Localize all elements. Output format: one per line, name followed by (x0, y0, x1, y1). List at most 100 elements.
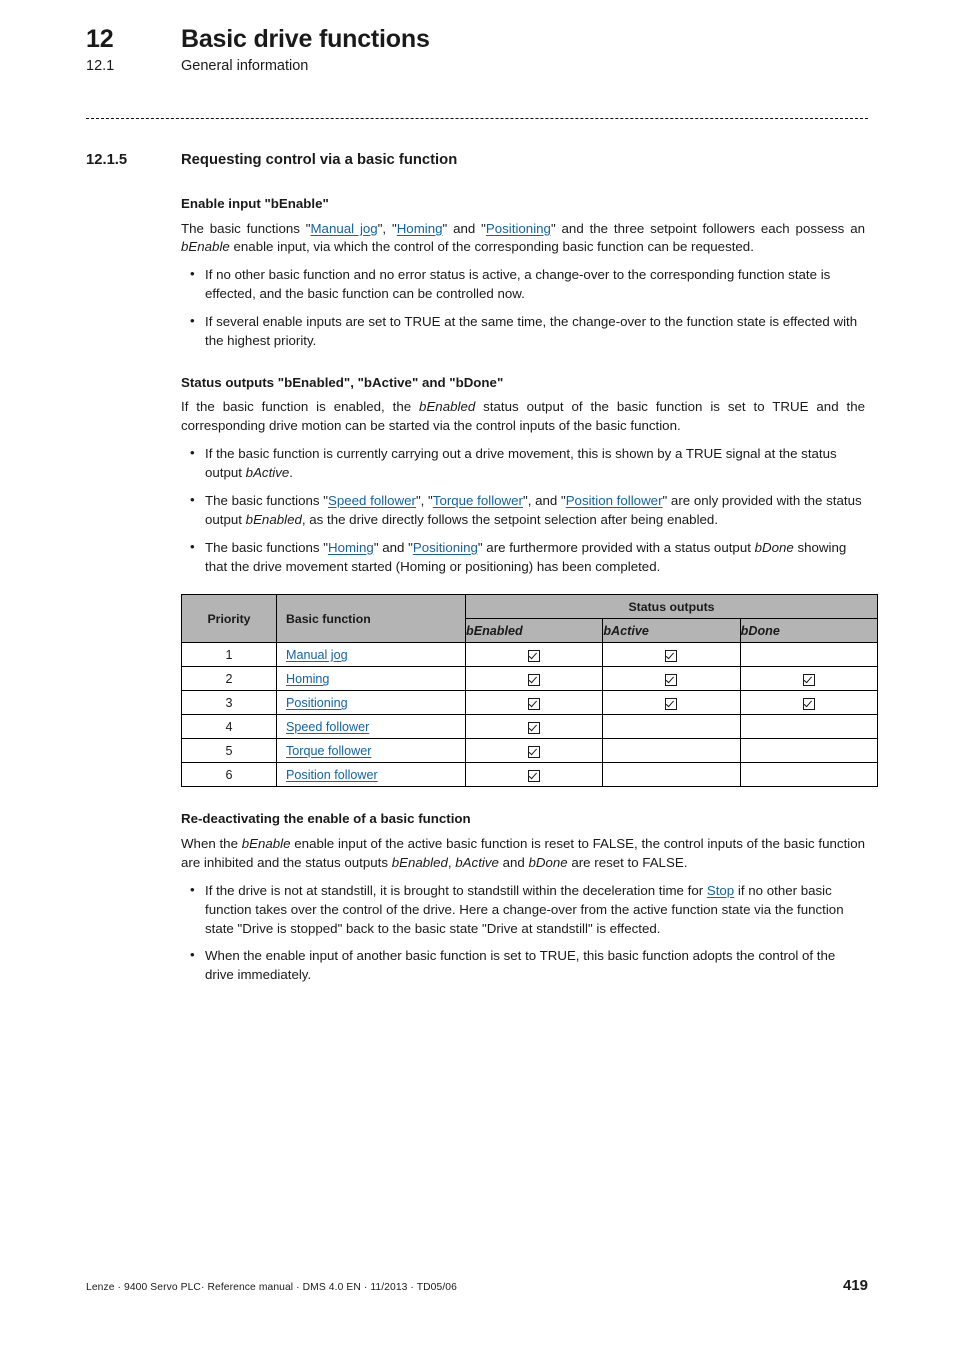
section-number: 12.1 (86, 57, 115, 74)
link-speed-follower[interactable]: Speed follower (328, 493, 416, 508)
list-item: If the drive is not at standstill, it is… (181, 881, 865, 939)
table-header: Priority Basic function Status outputs b… (181, 594, 879, 644)
checkbox-checked-icon (528, 673, 541, 686)
cell-bdone (739, 762, 879, 788)
cell-benabled (464, 714, 604, 740)
cell-basic-function: Homing (276, 666, 466, 692)
chapter-heading: 12 Basic drive functions (86, 25, 876, 54)
list-item: When the enable input of another basic f… (181, 946, 865, 985)
cell-benabled (464, 690, 604, 716)
text-run: The basic functions " (205, 492, 328, 508)
paragraph-enable-input: The basic functions "Manual jog", "Homin… (181, 220, 865, 258)
checkbox-checked-icon (528, 721, 541, 734)
list-item: If several enable inputs are set to TRUE… (181, 312, 865, 351)
text-run: The basic functions " (205, 539, 328, 555)
link-homing[interactable]: Homing (328, 540, 374, 555)
checkbox-checked-icon (528, 649, 541, 662)
link-positioning[interactable]: Positioning (286, 696, 348, 710)
subsection-number: 12.1.5 (86, 152, 128, 168)
table-header-row-1: Priority Basic function Status outputs (181, 594, 878, 644)
cell-bactive (602, 762, 741, 788)
emphasis-bdone: bDone (754, 539, 794, 555)
list-item: If the basic function is currently carry… (181, 444, 865, 483)
section-heading: 12.1 General information (86, 58, 876, 75)
cell-basic-function: Torque follower (276, 738, 466, 764)
list-item: The basic functions "Speed follower", "T… (181, 491, 865, 530)
header-divider (86, 118, 868, 119)
status-outputs-table-wrapper: Priority Basic function Status outputs b… (181, 594, 879, 788)
document-page: 12 Basic drive functions 12.1 General in… (0, 0, 954, 1350)
table-row: 2 Homing (181, 666, 879, 692)
checkbox-checked-icon (802, 673, 815, 686)
link-torque-follower[interactable]: Torque follower (286, 744, 371, 758)
cell-bdone (739, 642, 879, 668)
cell-bactive (602, 714, 741, 740)
link-positioning[interactable]: Positioning (486, 221, 551, 236)
header-benabled: bEnabled (464, 618, 604, 644)
cell-basic-function: Manual jog (276, 642, 466, 668)
text-run: " and the three setpoint followers each … (550, 220, 865, 236)
link-stop[interactable]: Stop (707, 883, 734, 898)
link-torque-follower[interactable]: Torque follower (433, 493, 523, 508)
emphasis-bactive: bActive (245, 465, 290, 481)
text-run: ", " (415, 492, 433, 508)
cell-priority: 2 (181, 666, 277, 692)
table-row: 3 Positioning (181, 690, 879, 716)
chapter-number: 12 (86, 25, 114, 53)
cell-bdone (739, 690, 879, 716)
header-status-outputs: Status outputs (465, 594, 878, 620)
page-footer: Lenze · 9400 Servo PLC· Reference manual… (86, 1277, 868, 1294)
text-run: If the basic function is enabled, the (181, 399, 420, 415)
checkbox-checked-icon (665, 697, 678, 710)
cell-bactive (602, 738, 741, 764)
list-item: If no other basic function and no error … (181, 265, 865, 304)
text-run: ", and " (522, 492, 566, 508)
checkbox-checked-icon (802, 697, 815, 710)
list-re-deactivating: If the drive is not at standstill, it is… (181, 881, 865, 985)
cell-bactive (602, 690, 741, 716)
text-run: If the drive is not at standstill, it is… (205, 882, 707, 898)
link-position-follower[interactable]: Position follower (286, 768, 378, 782)
link-homing[interactable]: Homing (397, 221, 443, 236)
text-run: enable input, via which the control of t… (229, 239, 754, 255)
cell-priority: 4 (181, 714, 277, 740)
checkbox-checked-icon (528, 697, 541, 710)
cell-benabled (464, 738, 604, 764)
header-priority: Priority (181, 594, 277, 644)
cell-bdone (739, 666, 879, 692)
footer-text: Lenze · 9400 Servo PLC· Reference manual… (86, 1282, 457, 1293)
link-manual-jog[interactable]: Manual jog (286, 648, 348, 662)
text-run: " and " (442, 220, 486, 236)
link-manual-jog[interactable]: Manual jog (310, 221, 377, 236)
link-position-follower[interactable]: Position follower (566, 493, 663, 508)
chapter-title: Basic drive functions (181, 25, 430, 53)
cell-priority: 3 (181, 690, 277, 716)
list-enable-input: If no other basic function and no error … (181, 265, 865, 351)
text-run: are reset to FALSE. (567, 854, 688, 870)
link-speed-follower[interactable]: Speed follower (286, 720, 369, 734)
paragraph-re-deactivating: When the bEnable enable input of the act… (181, 835, 865, 873)
link-positioning[interactable]: Positioning (413, 540, 478, 555)
cell-basic-function: Positioning (276, 690, 466, 716)
table-row: 4 Speed follower (181, 714, 879, 740)
header-basic-function: Basic function (276, 594, 466, 644)
header-bdone: bDone (739, 618, 879, 644)
cell-priority: 1 (181, 642, 277, 668)
emphasis-bactive: bActive (455, 854, 499, 870)
heading-enable-input: Enable input "bEnable" (181, 196, 329, 211)
text-run: . (289, 465, 293, 481)
link-homing[interactable]: Homing (286, 672, 329, 686)
text-run: When the (181, 836, 242, 852)
heading-re-deactivating: Re-deactivating the enable of a basic fu… (181, 811, 471, 827)
cell-benabled (464, 642, 604, 668)
table-body: 1 Manual jog 2 Homing 3 Positioning 4 Speed fol… (181, 642, 879, 788)
cell-bdone (739, 714, 879, 740)
list-status-outputs: If the basic function is currently carry… (181, 444, 865, 576)
cell-bactive (602, 666, 741, 692)
heading-status-outputs: Status outputs "bEnabled", "bActive" and… (181, 374, 504, 390)
checkbox-checked-icon (665, 673, 678, 686)
text-run: If the basic function is currently carry… (205, 446, 837, 481)
cell-basic-function: Position follower (276, 762, 466, 788)
text-run: , as the drive directly follows the setp… (301, 511, 719, 527)
status-outputs-table: Priority Basic function Status outputs b… (181, 594, 879, 788)
